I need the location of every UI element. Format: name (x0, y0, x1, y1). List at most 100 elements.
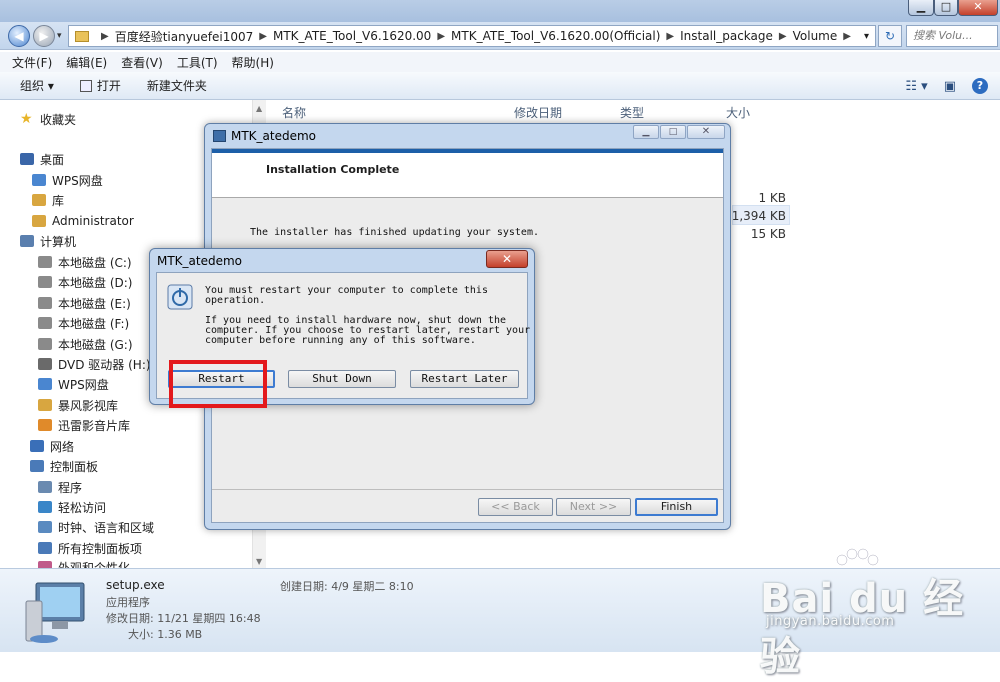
address-dropdown-chevron-icon[interactable]: ▾ (864, 31, 869, 42)
address-bar[interactable]: ▶ 百度经验tianyuefei1007 ▶ MTK_ATE_Tool_V6.1… (68, 25, 876, 47)
window-titlebar (0, 0, 1000, 22)
divider (212, 489, 723, 490)
drive-icon (38, 297, 52, 309)
menu-file[interactable]: 文件(F) (12, 54, 52, 71)
installer-message: The installer has finished updating your… (250, 227, 539, 238)
sidebar-item[interactable]: DVD 驱动器 (H:) (38, 354, 151, 374)
desktop-icon (20, 153, 34, 165)
file-size: 15 KB (750, 227, 786, 241)
breadcrumb-item[interactable]: MTK_ATE_Tool_V6.1620.00 (273, 29, 431, 43)
sidebar-item[interactable]: 轻松访问 (38, 497, 106, 517)
sidebar-item[interactable]: 所有控制面板项 (38, 538, 142, 558)
column-size[interactable]: 大小 (726, 104, 750, 121)
help-icon[interactable]: ? (972, 78, 988, 94)
minimize-button[interactable]: ▁ (908, 0, 934, 16)
sidebar-item[interactable]: 本地磁盘 (C:) (38, 252, 132, 272)
scroll-up-arrow-icon[interactable]: ▲ (256, 104, 262, 113)
sidebar-item[interactable]: 暴风影视库 (38, 395, 118, 415)
breadcrumb-item[interactable]: Volume (793, 29, 838, 43)
installer-maximize-button[interactable]: □ (660, 125, 686, 139)
restart-dialog-title: MTK_atedemo (157, 254, 243, 268)
maximize-button[interactable]: □ (934, 0, 958, 16)
menu-help[interactable]: 帮助(H) (232, 54, 274, 71)
column-type[interactable]: 类型 (620, 104, 644, 121)
sidebar-item-label: 桌面 (40, 152, 65, 167)
sidebar-item[interactable]: 本地磁盘 (E:) (38, 293, 131, 313)
sidebar-item-label: 本地磁盘 (F:) (58, 316, 130, 331)
organize-button[interactable]: 组织 ▾ (20, 77, 54, 94)
sidebar-item[interactable]: 时钟、语言和区域 (38, 517, 154, 537)
menu-tools[interactable]: 工具(T) (177, 54, 218, 71)
view-controls: ☷ ▾ ▣ ? (905, 72, 1000, 100)
forward-arrow-icon[interactable]: ▶ (33, 25, 55, 47)
sidebar-item[interactable]: 本地磁盘 (D:) (38, 272, 132, 292)
breadcrumb-item[interactable]: MTK_ATE_Tool_V6.1620.00(Official) (451, 29, 660, 43)
next-button[interactable]: Next >> (556, 498, 631, 516)
appearance-icon (38, 561, 52, 568)
sidebar-item-label: 暴风影视库 (58, 398, 119, 413)
restart-message-line: operation. (205, 295, 266, 306)
sidebar-item[interactable]: 桌面 (20, 149, 64, 169)
recent-pages-chevron-icon[interactable]: ▾ (57, 31, 62, 41)
drive-icon (38, 256, 52, 268)
sidebar-item-label: 本地磁盘 (G:) (58, 337, 133, 352)
sidebar-item-label: 计算机 (40, 234, 77, 249)
sidebar-item[interactable]: 本地磁盘 (F:) (38, 313, 129, 333)
breadcrumb-item[interactable]: 百度经验tianyuefei1007 (115, 28, 254, 45)
restart-message: You must restart your computer to comple… (205, 286, 530, 346)
installer-minimize-button[interactable]: ▁ (633, 125, 659, 139)
breadcrumb-separator: ▶ (101, 30, 109, 42)
breadcrumb-item[interactable]: Install_package (680, 29, 773, 43)
menu-view[interactable]: 查看(V) (121, 54, 163, 71)
sidebar-item[interactable]: WPS网盘 (38, 374, 109, 394)
media-library-icon (38, 399, 52, 411)
sidebar-item-label: WPS网盘 (58, 377, 109, 392)
power-icon (167, 284, 193, 310)
open-icon (79, 79, 92, 92)
sidebar-item-label: WPS网盘 (52, 173, 103, 188)
sidebar-item[interactable]: 外观和个性化 (38, 557, 130, 568)
user-folder-icon (32, 215, 46, 227)
sidebar-item-label: 本地磁盘 (D:) (58, 275, 133, 290)
shut-down-button[interactable]: Shut Down (288, 370, 396, 388)
clock-icon (38, 521, 52, 533)
dvd-icon (38, 358, 52, 370)
scroll-down-arrow-icon[interactable]: ▼ (256, 557, 262, 566)
finish-button[interactable]: Finish (635, 498, 718, 516)
back-button[interactable]: << Back (478, 498, 553, 516)
sidebar-item[interactable]: 网络 (30, 436, 74, 456)
sidebar-item[interactable]: ★ 收藏夹 (20, 109, 76, 129)
command-bar: 组织 ▾ 打开 新建文件夹 (0, 72, 1000, 100)
file-size: 1,394 KB (731, 209, 786, 223)
refresh-icon[interactable]: ↻ (878, 25, 902, 47)
computer-icon (20, 235, 34, 247)
installer-close-button[interactable]: ✕ (687, 125, 725, 139)
sidebar-item[interactable]: 程序 (38, 477, 82, 497)
highlight-annotation (169, 360, 267, 408)
breadcrumb-separator: ▶ (437, 30, 446, 42)
folder-icon (75, 30, 89, 42)
new-folder-button[interactable]: 新建文件夹 (147, 77, 207, 94)
restart-dialog-close-button[interactable]: ✕ (486, 250, 528, 268)
star-icon: ★ (20, 111, 33, 127)
sidebar-item[interactable]: WPS网盘 (32, 170, 103, 190)
sidebar-item[interactable]: 计算机 (20, 231, 76, 251)
sidebar-item[interactable]: Administrator (32, 211, 134, 231)
sidebar-item-label: 本地磁盘 (E:) (58, 296, 131, 311)
sidebar-item[interactable]: 本地磁盘 (G:) (38, 334, 133, 354)
open-button[interactable]: 打开 (79, 77, 121, 94)
sidebar-item[interactable]: 库 (32, 190, 64, 210)
back-arrow-icon[interactable]: ◀ (8, 25, 30, 47)
column-name[interactable]: 名称 (282, 104, 306, 121)
cloud-icon (32, 174, 46, 186)
preview-pane-icon[interactable]: ▣ (944, 79, 956, 94)
sidebar-item[interactable]: 迅雷影音片库 (38, 415, 130, 435)
menu-edit[interactable]: 编辑(E) (66, 54, 107, 71)
setup-application-icon (25, 582, 85, 643)
restart-later-button[interactable]: Restart Later (410, 370, 519, 388)
search-input[interactable]: 搜索 Volu... (906, 25, 998, 47)
column-date-modified[interactable]: 修改日期 (514, 104, 562, 121)
view-options-icon[interactable]: ☷ ▾ (905, 79, 927, 94)
sidebar-item[interactable]: 控制面板 (30, 456, 98, 476)
close-button[interactable]: ✕ (958, 0, 998, 16)
